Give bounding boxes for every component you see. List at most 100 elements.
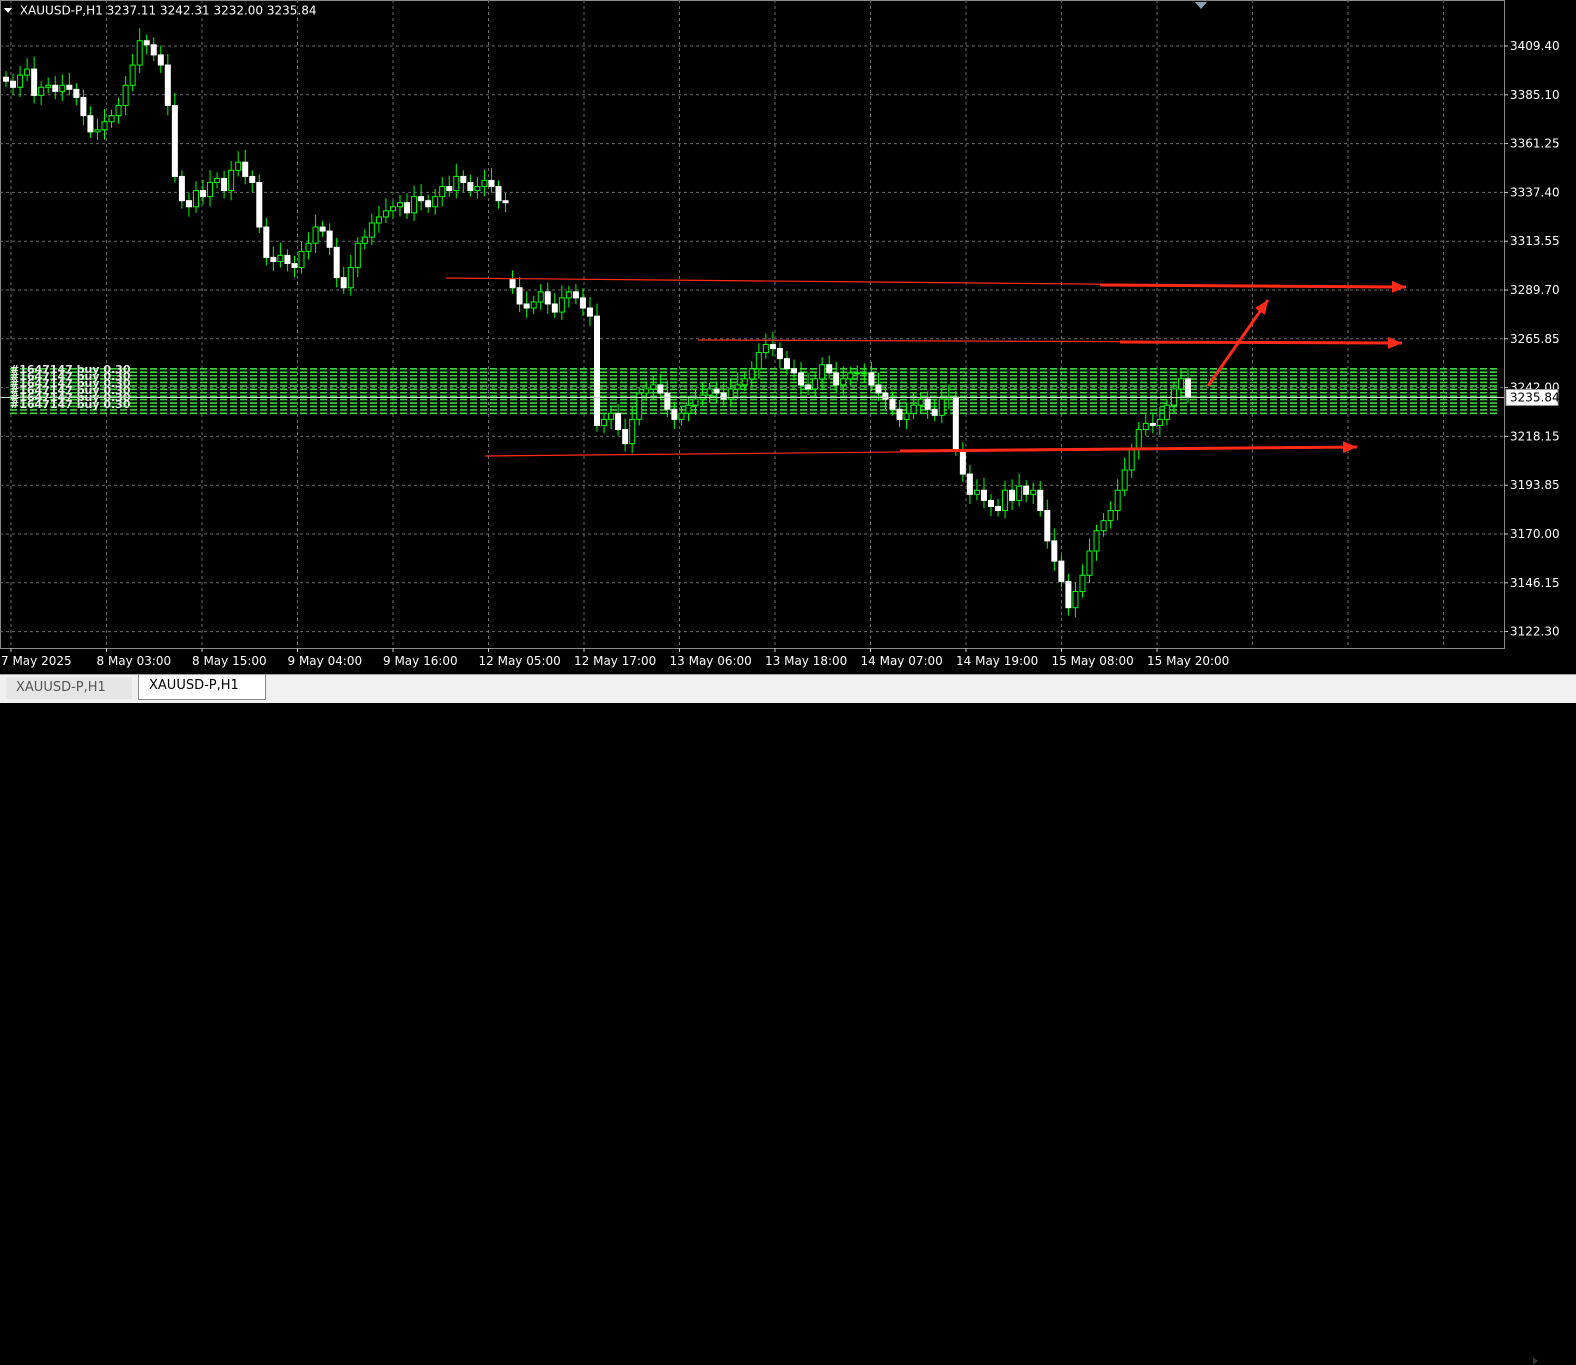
candle-body [361, 236, 368, 244]
time-tick-label: 8 May 03:00 [97, 654, 172, 668]
candle-body [66, 84, 73, 90]
chart-window[interactable]: 3409.40 3385.10 3361.25 3337.40 3313.55 3289.… [0, 0, 1576, 674]
candle-body [73, 88, 80, 98]
candle-body [551, 303, 558, 313]
candle-body [629, 418, 636, 445]
trend-arrow-lower-head [1342, 441, 1357, 454]
trend-arrow-lower [899, 445, 1358, 453]
chart-tab-1[interactable]: XAUUSD-P,H1 [6, 677, 132, 699]
tab-scroll-right-icon[interactable] [1533, 1357, 1538, 1365]
candle-body [924, 398, 931, 410]
candle-body [530, 301, 537, 309]
price-tick-label: 3146.15 [1510, 576, 1560, 590]
candle-body [319, 226, 326, 232]
candle-body [973, 489, 980, 495]
time-tick-label: 7 May 2025 [1, 654, 72, 668]
price-tick-label: 3122.30 [1510, 625, 1560, 639]
candle-body [812, 378, 819, 390]
price-chart[interactable]: 3409.40 3385.10 3361.25 3337.40 3313.55 3289.… [0, 0, 1576, 674]
candle-body [523, 303, 530, 309]
candle-body [952, 396, 959, 451]
candle-body [910, 404, 917, 414]
candle-body [94, 129, 101, 133]
candle-body [1128, 449, 1135, 471]
candle-body [558, 297, 565, 313]
chart-ohlc: 3237.11 3242.31 3232.00 3235.84 [106, 3, 317, 18]
price-tick-label: 3337.40 [1510, 185, 1560, 199]
candle-body [903, 412, 910, 420]
candle-body [769, 343, 776, 350]
time-tick-label: 13 May 18:00 [765, 654, 847, 668]
candle-body [868, 372, 875, 386]
time-tick-label: 13 May 06:00 [670, 654, 752, 668]
candle-body [31, 68, 38, 96]
candle-body [185, 200, 192, 208]
candle-body [1002, 489, 1009, 512]
candle-body [579, 297, 586, 309]
candle-body [136, 40, 143, 66]
candle-body [432, 196, 439, 208]
candle-body [502, 200, 509, 204]
candle-body [783, 358, 790, 370]
candle-body [1023, 485, 1030, 495]
candle-body [389, 206, 396, 212]
candle-body [882, 392, 889, 400]
dropdown-triangle-icon[interactable] [4, 8, 12, 13]
trend-arrow-upper-head [1391, 280, 1406, 293]
candle-body [1107, 510, 1114, 522]
candle-body [1149, 422, 1156, 426]
candle-body [291, 262, 298, 269]
candle-body [460, 175, 467, 183]
candle-body [572, 291, 579, 299]
order-label: #1647147 buy 0.30 [10, 398, 131, 411]
candle-body [101, 121, 108, 131]
candle-body [1037, 489, 1044, 512]
candle-body [305, 242, 312, 252]
candle-body [298, 250, 305, 269]
time-tick-label: 14 May 19:00 [956, 654, 1038, 668]
candle-body [594, 315, 600, 426]
price-tick-label: 3409.40 [1510, 39, 1560, 53]
chart-tab-2[interactable]: XAUUSD-P,H1 [138, 675, 266, 700]
candle-body [734, 384, 741, 390]
candle-body [235, 161, 242, 171]
candle-body [1009, 489, 1016, 501]
candle-body [10, 80, 17, 88]
current-price-label: 3235.84 [1510, 390, 1560, 404]
candle-body [608, 412, 615, 420]
candle-body [875, 384, 882, 394]
candle-body [692, 398, 699, 406]
candle-body [200, 190, 206, 198]
candle-body [312, 226, 319, 244]
candle-body [1016, 485, 1023, 501]
candle-body [713, 388, 720, 394]
candle-body [418, 196, 425, 202]
candle-body [375, 216, 382, 224]
candle-body [150, 44, 157, 56]
candle-body [1093, 530, 1100, 552]
candle-body [1079, 574, 1086, 593]
candle-body [847, 372, 854, 380]
candle-body [826, 364, 833, 374]
candle-body [1051, 540, 1058, 562]
candle-body [1114, 489, 1121, 512]
candle-body [565, 291, 572, 299]
candle-body [439, 186, 446, 198]
candle-body [995, 505, 1002, 512]
candle-body [397, 202, 403, 208]
candle-body [1156, 418, 1163, 426]
candle-body [819, 364, 826, 380]
candle-body [249, 175, 256, 183]
candle-body [861, 372, 868, 375]
candle-body [966, 473, 973, 495]
candle-body [263, 226, 270, 258]
candle-body [776, 348, 783, 360]
trend-arrow-upper [1099, 283, 1407, 289]
candle-body [1044, 510, 1051, 542]
candle-body [544, 291, 551, 305]
candle-body [404, 202, 411, 214]
candle-body [706, 388, 713, 396]
candle-body [24, 68, 31, 76]
candle-body [474, 186, 481, 192]
candle-body [601, 418, 608, 426]
